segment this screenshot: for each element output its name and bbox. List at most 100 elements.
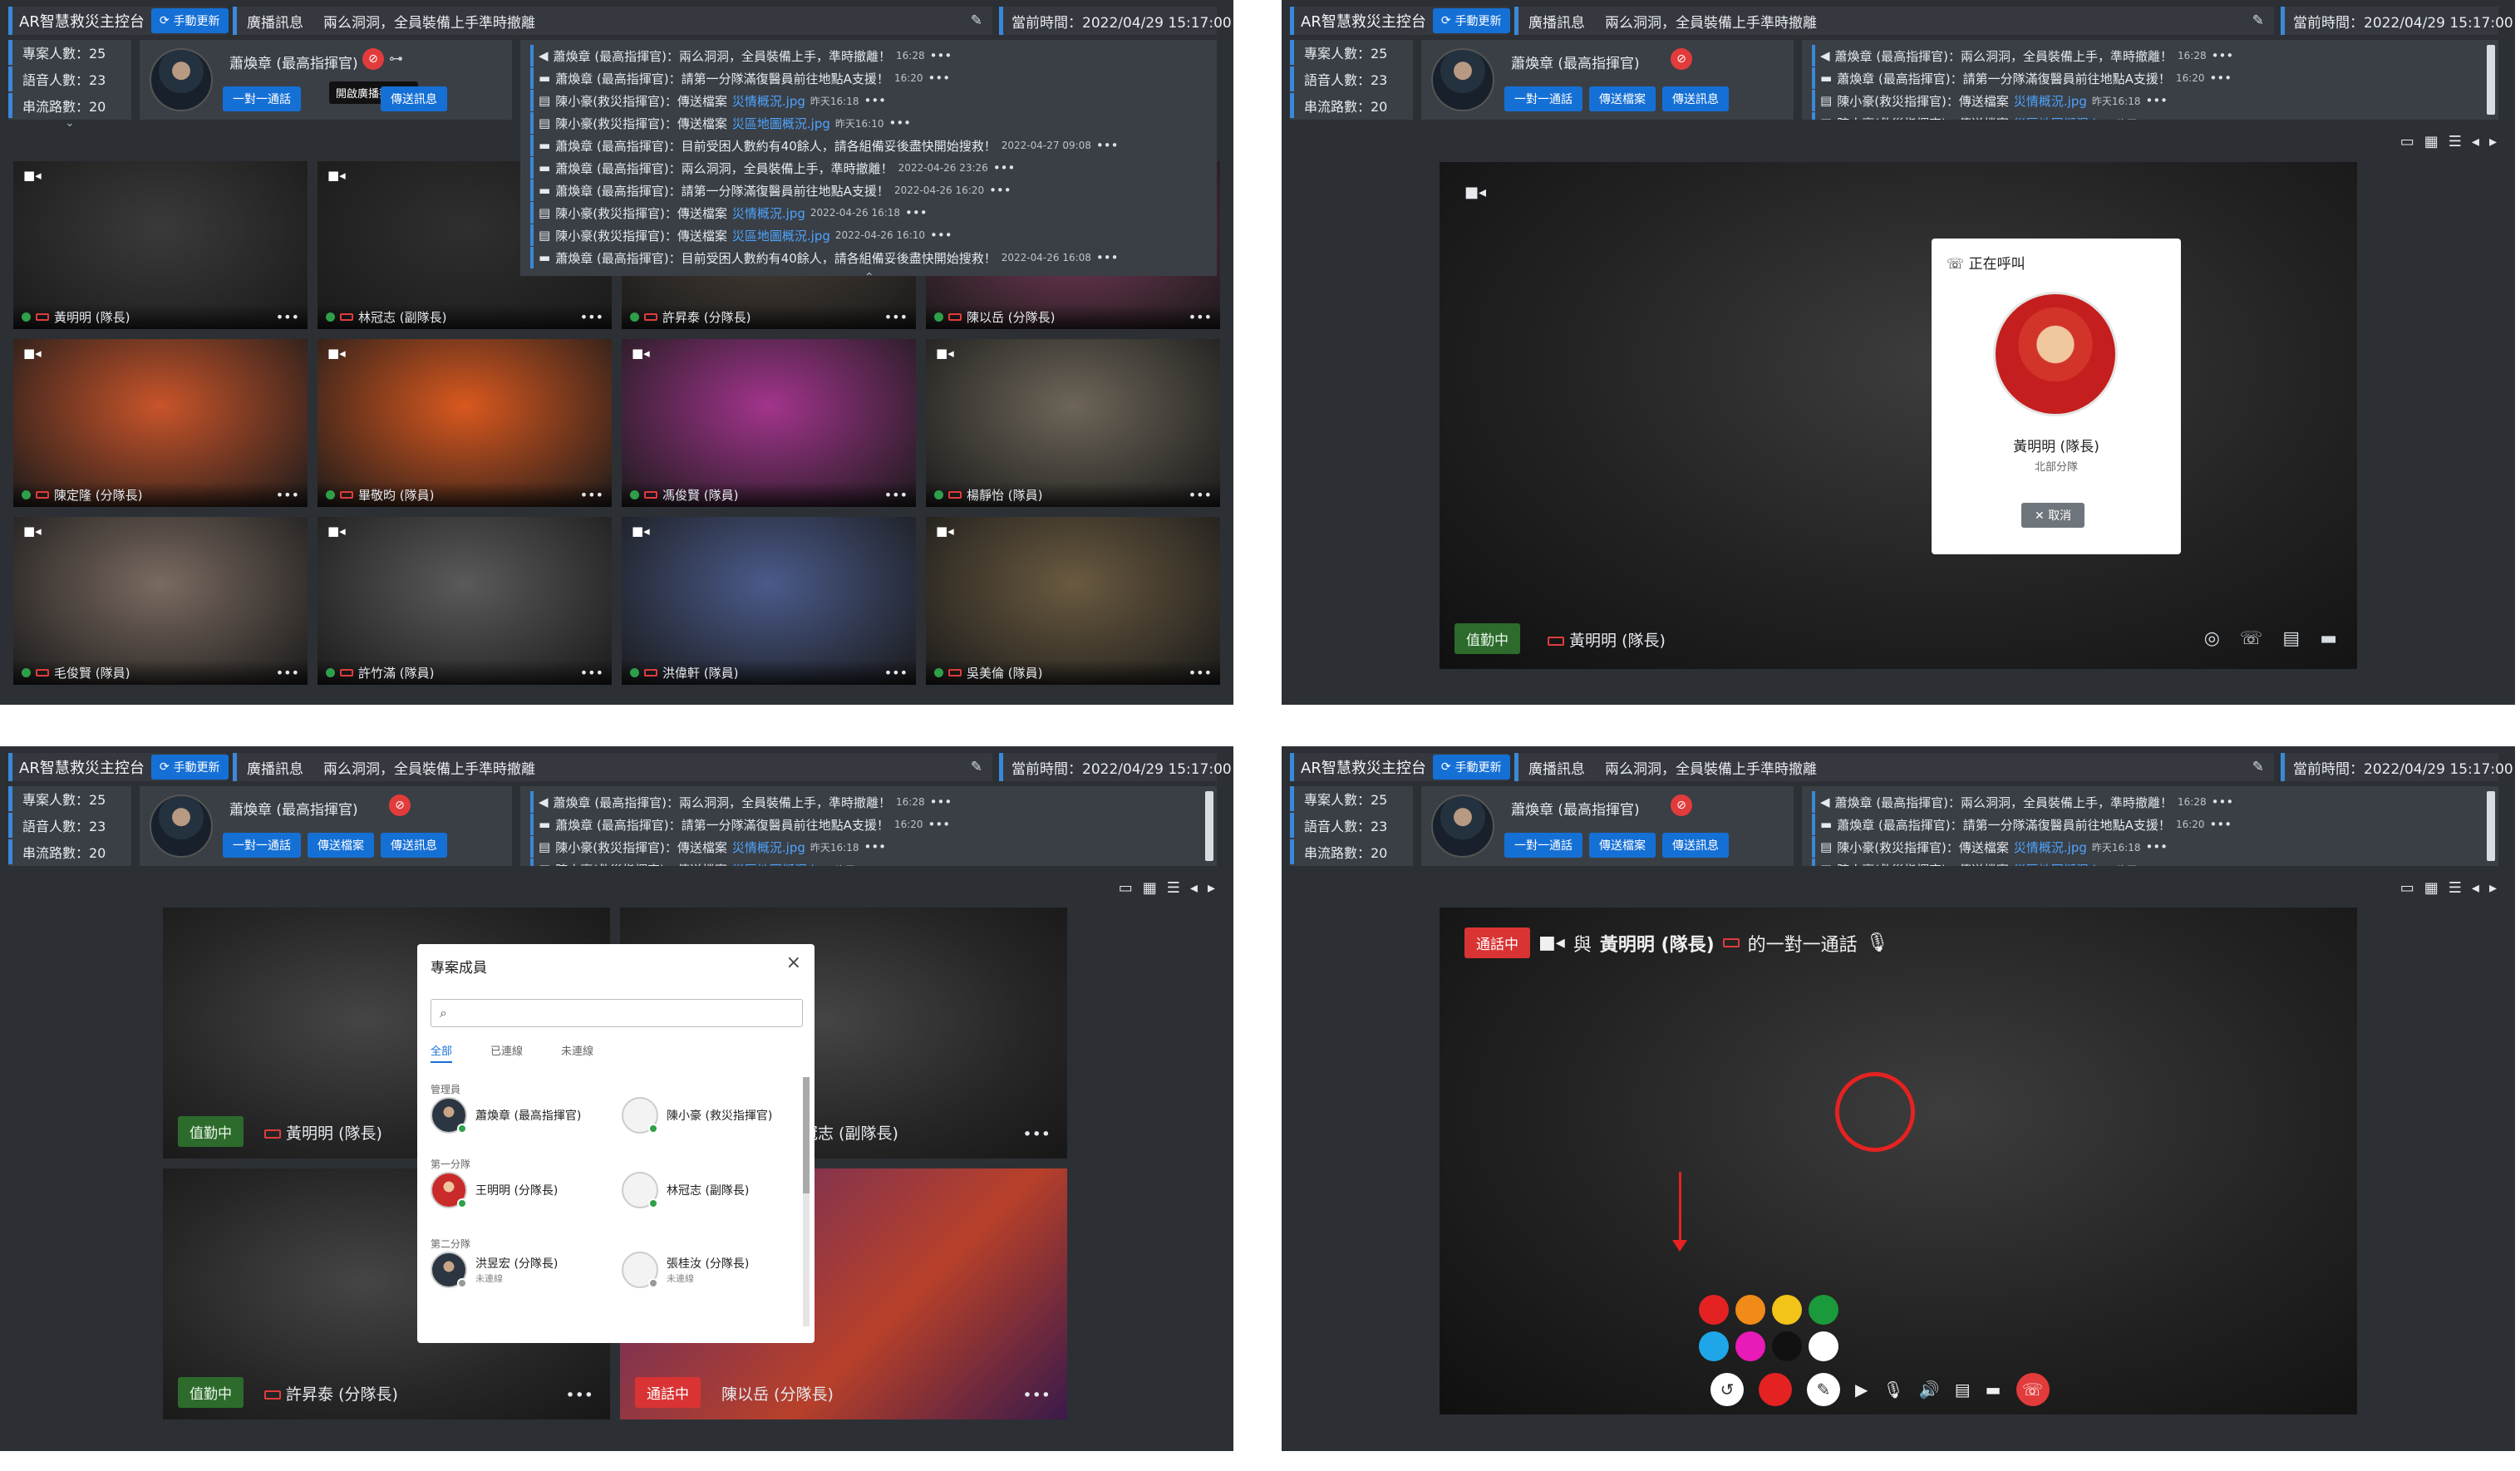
more-icon[interactable]: ••• xyxy=(2145,839,2168,854)
close-icon[interactable]: × xyxy=(786,952,801,973)
message-item[interactable]: ▤ 陳小豪(救災指揮官)：傳送檔案 災情概況.jpg 2022-04-26 16:18… xyxy=(530,202,1217,224)
file-link[interactable]: 災情概況.jpg xyxy=(732,92,805,110)
color-swatch[interactable] xyxy=(1809,1295,1838,1325)
send-file-button[interactable]: 傳送檔案 xyxy=(1589,86,1656,111)
message-item[interactable]: ▤陳小豪(救災指揮官)：傳送檔案災區地圖概況.jpg昨天16:10••• xyxy=(1812,858,2498,866)
more-icon[interactable]: ••• xyxy=(2170,862,2193,866)
color-swatch[interactable] xyxy=(1699,1331,1729,1361)
more-icon[interactable]: ••• xyxy=(1022,1125,1051,1144)
one-on-one-call-button[interactable]: 一對一通話 xyxy=(1504,833,1582,858)
send-message-button[interactable]: 傳送訊息 xyxy=(381,86,447,111)
refresh-button[interactable]: ⟳ 手動更新 xyxy=(1432,8,1510,33)
message-item[interactable]: ▬ 蕭煥章 (最高指揮官)：請第一分隊滿復醫員前往地點A支援！ 16:20 ••• xyxy=(530,814,1217,835)
more-icon[interactable]: ••• xyxy=(580,309,603,325)
scrollbar[interactable] xyxy=(2487,791,2495,861)
one-on-one-call-button[interactable]: 一對一通話 xyxy=(1504,86,1582,111)
message-list[interactable]: ◀ 蕭煥章 (最高指揮官)：兩么洞洞，全員裝備上手，準時撤離！ 16:28 ••• ▬ 蕭… xyxy=(1802,786,2498,866)
message-list[interactable]: ◀ 蕭煥章 (最高指揮官)：兩么洞洞，全員裝備上手，準時撤離！ 16:28 ••• ▬ 蕭… xyxy=(1802,40,2498,120)
member-item[interactable]: 洪昱宏 (分隊長) 未連線 xyxy=(431,1252,558,1288)
broadcast-icon[interactable]: ⊶ xyxy=(389,51,403,67)
more-icon[interactable]: ••• xyxy=(276,487,299,503)
single-view-icon[interactable]: ▭ xyxy=(2400,879,2414,897)
color-swatch[interactable] xyxy=(1735,1331,1765,1361)
message-item[interactable]: ▬ 蕭煥章 (最高指揮官)：目前受困人數約有40餘人，請各組備妥後盡快開始搜救！ 2… xyxy=(530,135,1217,156)
file-link[interactable]: 災情概況.jpg xyxy=(732,839,805,856)
message-item[interactable]: ▬ 蕭煥章 (最高指揮官)：請第一分隊滿復醫員前往地點A支援！ 2022-04-26… xyxy=(530,180,1217,201)
list-view-icon[interactable]: ☰ xyxy=(2449,879,2462,897)
member-item[interactable]: 林冠志 (副隊長) xyxy=(622,1172,749,1208)
phone-icon[interactable]: ☏ xyxy=(2240,628,2263,649)
edit-icon[interactable]: ✎ xyxy=(2252,759,2264,775)
play-icon[interactable]: ▶ xyxy=(1855,1380,1868,1400)
member-item[interactable]: 王明明 (分隊長) xyxy=(431,1172,558,1208)
prev-icon[interactable]: ◂ xyxy=(1190,879,1198,897)
message-item[interactable]: ▤ 陳小豪(救災指揮官)：傳送檔案 災區地圖概況.jpg 2022-04-26 16:… xyxy=(530,224,1217,246)
more-icon[interactable]: ••• xyxy=(884,309,908,325)
hearing-icon[interactable]: ◎ xyxy=(2204,628,2220,649)
message-item[interactable]: ◀ 蕭煥章 (最高指揮官)：兩么洞洞，全員裝備上手，準時撤離！ 16:28 ••• xyxy=(530,791,1217,813)
list-view-icon[interactable]: ☰ xyxy=(2449,133,2462,150)
more-icon[interactable]: ••• xyxy=(2210,817,2232,832)
call-video[interactable]: 通話中 ■◂ 與 黃明明 (隊長) 的一對一通話 🎙 ↺ ✎ ▶ 🎙 🔊 ▤ ▬… xyxy=(1440,908,2357,1414)
message-item[interactable]: ▤ 陳小豪(救災指揮官)：傳送檔案 災情概況.jpg 昨天16:18 ••• xyxy=(530,90,1217,111)
more-icon[interactable]: ••• xyxy=(1096,250,1119,265)
tab-disconnected[interactable]: 未連線 xyxy=(561,1042,593,1063)
undo-icon[interactable]: ↺ xyxy=(1710,1373,1744,1406)
message-item[interactable]: ◀ 蕭煥章 (最高指揮官)：兩么洞洞，全員裝備上手，準時撤離！ 16:28 ••• xyxy=(1812,45,2498,66)
list-view-icon[interactable]: ☰ xyxy=(1167,879,1180,897)
mic-icon[interactable]: 🎙 xyxy=(1883,1380,1903,1400)
file-link[interactable]: 災區地圖概況.jpg xyxy=(732,861,830,867)
circle-annotation[interactable] xyxy=(1835,1072,1915,1152)
edit-icon[interactable]: ✎ xyxy=(971,759,982,775)
next-icon[interactable]: ▸ xyxy=(1208,879,1215,897)
more-icon[interactable]: ••• xyxy=(1189,487,1212,503)
message-item[interactable]: ▤ 陳小豪(救災指揮官)：傳送檔案 災情概況.jpg 昨天16:18 ••• xyxy=(1812,90,2498,111)
more-icon[interactable]: ••• xyxy=(884,487,908,503)
mic-icon[interactable]: 🎙 xyxy=(1866,932,1889,953)
edit-icon[interactable]: ✎ xyxy=(2252,12,2264,29)
more-icon[interactable]: ••• xyxy=(1189,309,1212,325)
message-item[interactable]: ▤ 陳小豪(救災指揮官)：傳送檔案 災情概況.jpg 昨天16:18 ••• xyxy=(530,836,1217,858)
more-icon[interactable]: ••• xyxy=(276,665,299,681)
more-icon[interactable]: ••• xyxy=(580,487,603,503)
chevron-up-icon[interactable]: ⌃ xyxy=(864,271,874,284)
edit-icon[interactable]: ✎ xyxy=(971,12,982,29)
more-icon[interactable]: ••• xyxy=(1022,1386,1051,1405)
video-tile[interactable]: ■◂ 黃明明 (隊長) ••• xyxy=(13,161,308,329)
chevron-down-icon[interactable]: ⌄ xyxy=(65,116,75,130)
scrollbar[interactable] xyxy=(1205,791,1213,861)
chat-icon[interactable]: ▬ xyxy=(2320,628,2337,649)
send-file-button[interactable]: 傳送檔案 xyxy=(308,833,374,858)
scrollbar[interactable] xyxy=(2487,45,2495,115)
message-item[interactable]: ◀ 蕭煥章 (最高指揮官)：兩么洞洞，全員裝備上手，準時撤離！ 16:28 ••• xyxy=(1812,791,2498,813)
tab-connected[interactable]: 已連線 xyxy=(490,1042,523,1063)
file-link[interactable]: 災區地圖概況.jpg xyxy=(2014,115,2112,121)
chat-icon[interactable]: ▬ xyxy=(1986,1380,2001,1400)
file-link[interactable]: 災區地圖概況.jpg xyxy=(732,227,830,244)
more-icon[interactable]: ••• xyxy=(930,795,952,809)
grid-view-icon[interactable]: ▦ xyxy=(1143,879,1157,897)
next-icon[interactable]: ▸ xyxy=(2489,879,2497,897)
video-tile[interactable]: ■◂ 毛俊賢 (隊員) ••• xyxy=(13,517,308,685)
member-item[interactable]: 陳小豪 (救災指揮官) xyxy=(622,1097,772,1134)
message-item[interactable]: ▤陳小豪(救災指揮官)：傳送檔案災區地圖概況.jpg昨天16:10••• xyxy=(1812,112,2498,120)
message-list-expanded[interactable]: ◀ 蕭煥章 (最高指揮官)：兩么洞洞，全員裝備上手，準時撤離！ 16:28 ••• ▬ 蕭… xyxy=(520,40,1217,276)
mic-muted-icon[interactable]: ⊘ xyxy=(362,48,384,70)
send-message-button[interactable]: 傳送訊息 xyxy=(1662,833,1729,858)
more-icon[interactable]: ••• xyxy=(2170,116,2193,120)
message-item[interactable]: ▤陳小豪(救災指揮官)：傳送檔案災區地圖概況.jpg昨天16:10••• xyxy=(530,858,1217,866)
message-item[interactable]: ▬ 蕭煥章 (最高指揮官)：兩么洞洞，全員裝備上手，準時撤離！ 2022-04-26… xyxy=(530,157,1217,179)
more-icon[interactable]: ••• xyxy=(888,116,911,130)
mic-muted-icon[interactable]: ⊘ xyxy=(1671,795,1692,816)
member-item[interactable]: 蕭煥章 (最高指揮官) xyxy=(431,1097,581,1134)
more-icon[interactable]: ••• xyxy=(565,1386,593,1405)
scrollbar[interactable] xyxy=(803,1077,810,1326)
color-swatch[interactable] xyxy=(1772,1295,1802,1325)
more-icon[interactable]: ••• xyxy=(276,309,299,325)
message-item[interactable]: ▤陳小豪(救災指揮官)：傳送檔案災區地圖概況.jpg昨天16:10••• xyxy=(530,112,1217,134)
video-tile[interactable]: ■◂ 陳定隆 (分隊長) ••• xyxy=(13,339,308,507)
video-tile[interactable]: ■◂ 洪偉軒 (隊員) ••• xyxy=(622,517,916,685)
mic-muted-icon[interactable]: ⊘ xyxy=(1671,48,1692,70)
grid-view-icon[interactable]: ▦ xyxy=(2424,133,2439,150)
prev-icon[interactable]: ◂ xyxy=(2472,879,2479,897)
